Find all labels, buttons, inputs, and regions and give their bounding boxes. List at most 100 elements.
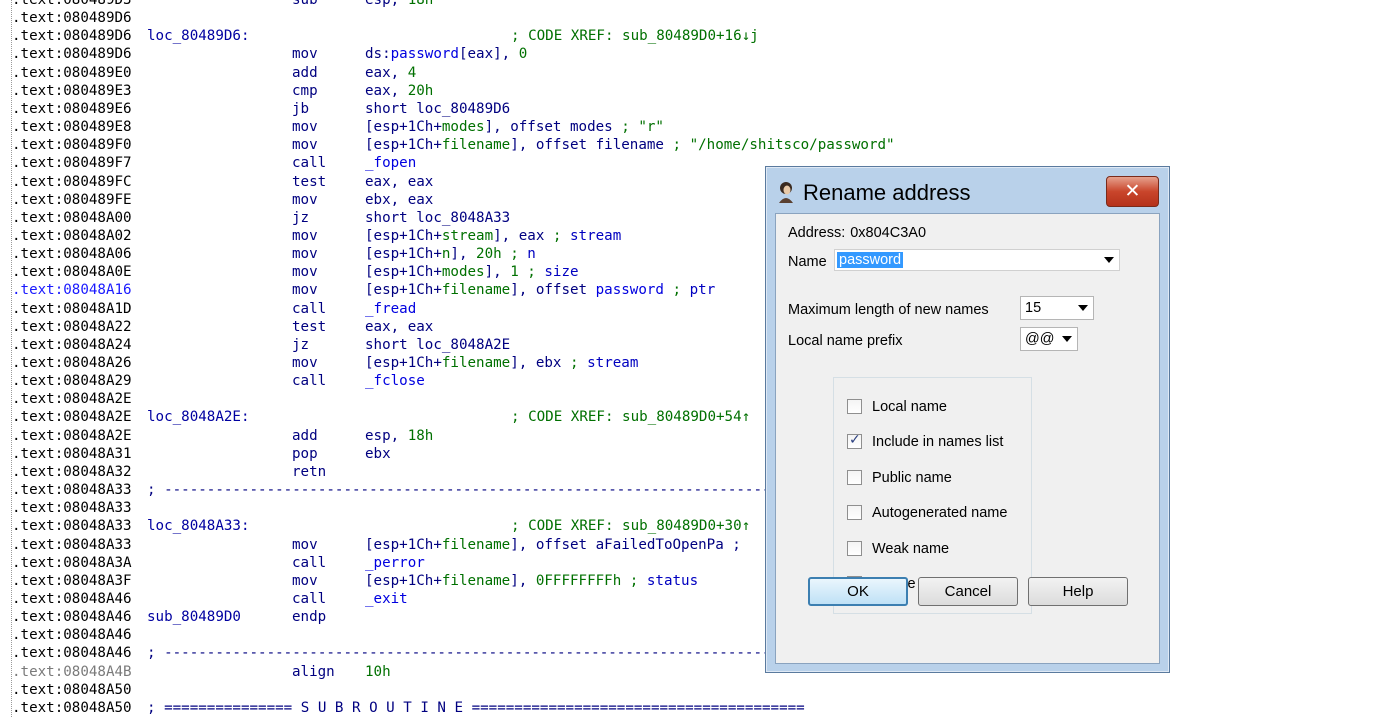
listing-line[interactable]: .text:080489E3 cmp eax, 20h	[0, 82, 1400, 100]
chevron-down-icon[interactable]	[1104, 257, 1114, 263]
listing-line[interactable]: .text:080489D6 loc_80489D6: ; CODE XREF: s…	[0, 27, 1400, 45]
listing-line[interactable]: .text:08048A4B align 10h	[0, 663, 1400, 681]
operands: [esp+1Ch+stream], eax ; stream	[365, 227, 621, 245]
listing-line[interactable]: .text:08048A3F mov [esp+1Ch+filename], 0FF…	[0, 572, 1400, 590]
operand-token[interactable]: password	[391, 46, 459, 62]
operand-token[interactable]: short loc_80489D6	[365, 101, 510, 117]
listing-line[interactable]: .text:08048A29 call _fclose	[0, 372, 1400, 390]
listing-line[interactable]: .text:080489E8 mov [esp+1Ch+modes], offset…	[0, 118, 1400, 136]
code-label[interactable]: sub_80489D0	[147, 608, 241, 626]
operand-token: eax, eax	[365, 318, 434, 335]
checkbox-box[interactable]	[847, 469, 862, 485]
listing-line[interactable]: .text:08048A33	[0, 499, 1400, 517]
line-address: .text:080489D3	[12, 0, 132, 8]
xref-comment[interactable]: ; CODE XREF: sub_80489D0+30↑	[511, 517, 750, 535]
listing-line[interactable]: .text:08048A46	[0, 626, 1400, 644]
mnemonic: jz	[292, 209, 310, 226]
listing-line[interactable]: .text:080489E6 jb short loc_80489D6	[0, 100, 1400, 118]
operand-token: stream	[587, 355, 639, 371]
operands: _fclose	[365, 372, 425, 390]
checkbox-box[interactable]: ✓	[847, 432, 862, 450]
maxlen-select[interactable]: 15	[1020, 296, 1094, 320]
listing-line[interactable]: .text:08048A22 test eax, eax	[0, 318, 1400, 336]
listing-line[interactable]: .text:08048A1D call _fread	[0, 300, 1400, 318]
listing-line[interactable]: .text:08048A31 pop ebx	[0, 445, 1400, 463]
listing-line[interactable]: .text:08048A3A call _perror	[0, 554, 1400, 572]
listing-line[interactable]: .text:080489D6	[0, 9, 1400, 27]
checkbox-box[interactable]	[847, 399, 862, 414]
code-label[interactable]: loc_8048A33:	[147, 517, 250, 535]
operand-token: [esp+1Ch+	[365, 246, 442, 263]
code-label[interactable]: loc_80489D6:	[147, 27, 250, 45]
operand-token[interactable]: _fopen	[365, 155, 416, 171]
operand-token[interactable]: short loc_8048A2E	[365, 337, 510, 353]
listing-line[interactable]: .text:08048A32 retn	[0, 463, 1400, 481]
listing-line[interactable]: .text:08048A46 ; ------------------------…	[0, 644, 1400, 662]
ok-button[interactable]: OK	[808, 577, 908, 606]
operand-token: ], ebx	[510, 355, 571, 371]
listing-line[interactable]: .text:08048A33 loc_8048A33: ; CODE XREF: s…	[0, 517, 1400, 535]
line-address: .text:08048A33	[12, 518, 132, 535]
operand-token[interactable]: _fread	[365, 301, 416, 317]
close-icon: ✕	[1124, 180, 1141, 202]
operand-token: ], offset filename	[510, 137, 673, 154]
xref-comment[interactable]: ; CODE XREF: sub_80489D0+16↓j	[511, 27, 759, 45]
close-button[interactable]: ✕	[1106, 176, 1159, 207]
listing-line[interactable]: .text:080489FC test eax, eax	[0, 173, 1400, 191]
listing-line[interactable]: .text:080489F0 mov [esp+1Ch+filename], off…	[0, 136, 1400, 154]
listing-line[interactable]: .text:08048A50	[0, 681, 1400, 699]
listing-line[interactable]: .text:080489FE mov ebx, eax	[0, 191, 1400, 209]
prefix-select[interactable]: @@	[1020, 327, 1078, 351]
operand-token[interactable]: _perror	[365, 555, 425, 571]
listing-line[interactable]: .text:08048A02 mov [esp+1Ch+stream], eax ;…	[0, 227, 1400, 245]
listing-line[interactable]: .text:080489E0 add eax, 4	[0, 64, 1400, 82]
listing-line[interactable]: .text:08048A06 mov [esp+1Ch+n], 20h ; n	[0, 245, 1400, 263]
operand-token: 10h	[365, 663, 391, 680]
operand-token: ], offset	[510, 282, 596, 299]
checkbox-box[interactable]	[847, 505, 862, 521]
operand-token: filename	[441, 137, 511, 154]
listing-line[interactable]: .text:08048A2E loc_8048A2E: ; CODE XREF: s…	[0, 408, 1400, 426]
listing-line[interactable]: .text:08048A00 jz short loc_8048A33	[0, 209, 1400, 227]
chevron-down-icon[interactable]	[1062, 336, 1072, 342]
listing-line[interactable]: .text:08048A2E	[0, 390, 1400, 408]
help-button[interactable]: Help	[1028, 577, 1128, 606]
listing-line[interactable]: .text:080489D3 sub esp, 18h	[0, 0, 1400, 9]
operands: [esp+1Ch+filename], offset password ; pt…	[365, 281, 715, 299]
disassembly-listing[interactable]: .text:080489D3 sub esp, 18h .text:080489D6.…	[0, 0, 1400, 717]
operand-token[interactable]: _fclose	[365, 373, 425, 389]
option-label: Weak name	[872, 540, 950, 557]
operand-token: ;	[663, 282, 690, 299]
mnemonic: call	[292, 155, 327, 172]
listing-line[interactable]: .text:08048A33 ; ------------------------…	[0, 481, 1400, 499]
listing-line[interactable]: .text:08048A24 jz short loc_8048A2E	[0, 336, 1400, 354]
listing-line[interactable]: .text:080489D6 mov ds:password[eax], 0	[0, 45, 1400, 63]
name-combobox[interactable]: password	[834, 249, 1120, 271]
operands: _exit	[365, 590, 408, 608]
cancel-button[interactable]: Cancel	[918, 577, 1018, 606]
listing-line[interactable]: .text:08048A46 sub_80489D0 endp	[0, 608, 1400, 626]
listing-line[interactable]: .text:080489F7 call _fopen	[0, 154, 1400, 172]
maxlen-value: 15	[1025, 300, 1042, 316]
listing-line[interactable]: .text:08048A2E add esp, 18h	[0, 427, 1400, 445]
operand-token[interactable]: _exit	[365, 591, 408, 607]
code-label[interactable]: loc_8048A2E:	[147, 408, 250, 426]
checkbox-box[interactable]	[847, 540, 862, 556]
separator-line: ; --------------------------------------…	[147, 482, 805, 499]
listing-line[interactable]: .text:08048A33 mov [esp+1Ch+filename], off…	[0, 536, 1400, 554]
listing-line[interactable]: .text:08048A26 mov [esp+1Ch+filename], ebx…	[0, 354, 1400, 372]
xref-comment[interactable]: ; CODE XREF: sub_80489D0+54↑	[511, 408, 750, 426]
listing-line[interactable]: .text:08048A0E mov [esp+1Ch+modes], 1 ; si…	[0, 263, 1400, 281]
operand-token[interactable]: password	[596, 282, 664, 298]
operand-token: [esp+1Ch+	[365, 227, 442, 244]
operands: [esp+1Ch+modes], offset modes ; "r"	[365, 118, 664, 136]
listing-line[interactable]: .text:08048A16 mov [esp+1Ch+filename], off…	[0, 281, 1400, 299]
listing-line[interactable]: .text:08048A46 call _exit	[0, 590, 1400, 608]
operand-token[interactable]: short loc_8048A33	[365, 210, 510, 226]
listing-line[interactable]: .text:08048A50 ; =============== S U B R …	[0, 699, 1400, 717]
dialog-titlebar[interactable]: Rename address ✕	[766, 167, 1169, 211]
chevron-down-icon[interactable]	[1078, 305, 1088, 311]
operands: [esp+1Ch+filename], offset aFailedToOpen…	[365, 536, 741, 554]
name-input[interactable]: password	[837, 252, 904, 268]
line-address: .text:08048A33	[12, 482, 132, 499]
